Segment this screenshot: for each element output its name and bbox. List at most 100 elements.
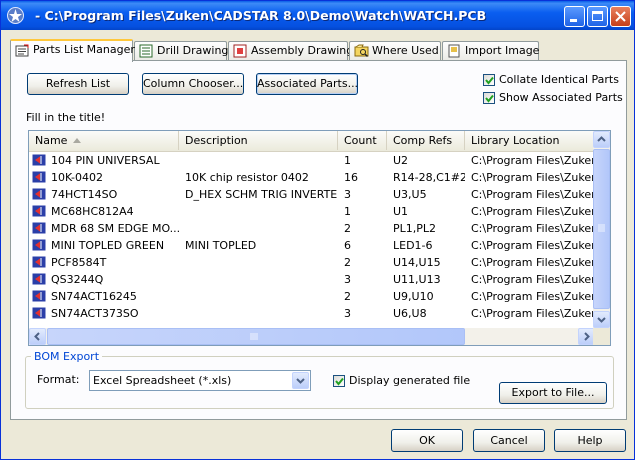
tab-where-used[interactable]: Where Used [349,41,441,60]
title-bar[interactable]: - C:\Program Files\Zuken\CADSTAR 8.0\Dem… [1,1,634,30]
cell-name: SN74ACT16245 [29,288,179,305]
column-header-comp-refs[interactable]: Comp Refs [387,131,465,150]
cadstar-app-icon [7,7,24,24]
cell-description [179,288,338,305]
table-row[interactable]: 104 PIN UNIVERSAL 1 U2 C:\Program Files\… [29,152,595,169]
cell-comp-refs: U3,U5 [393,188,427,201]
cell-description: MINI TOPLED [185,239,257,252]
table-row[interactable]: MDR 68 SM EDGE MO... 2 PL1,PL2 C:\Progra… [29,220,595,237]
column-header-library-location[interactable]: Library Location [465,131,595,150]
part-icon [32,171,46,183]
cell-count: 16 [344,171,358,184]
tab-drill-drawing[interactable]: Drill Drawing [134,41,229,60]
table-row[interactable]: 74HCT14SO D_HEX SCHM TRIG INVERTERS 3 U3… [29,186,595,203]
help-button[interactable]: Help [554,429,626,452]
cell-comp-refs: U6,U8 [393,307,427,320]
horizontal-scroll-thumb[interactable] [47,328,465,345]
chevron-down-icon [597,317,606,323]
checkmark-icon [485,94,494,103]
cell-comp-refs: U14,U15 [393,256,441,269]
checkbox-box[interactable] [483,92,495,104]
cell-description [179,305,338,322]
where-used-icon [354,44,369,58]
parts-list-dialog: - C:\Program Files\Zuken\CADSTAR 8.0\Dem… [0,0,635,460]
table-row[interactable]: MC68HC812A4 1 U1 C:\Program Files\Zuken\… [29,203,595,220]
chevron-up-icon [597,136,606,142]
scrollbar-corner [593,328,610,345]
maximize-button[interactable] [587,6,608,27]
column-header-label: Name [35,134,68,147]
column-header-label: Count [344,134,377,147]
ok-button[interactable]: OK [391,429,463,452]
format-label: Format: [37,373,80,386]
table-row[interactable]: MINI TOPLED GREEN MINI TOPLED 6 LED1-6 C… [29,237,595,254]
table-row[interactable]: SN74ACT16245 2 U9,U10 C:\Program Files\Z… [29,288,595,305]
column-header-description[interactable]: Description [179,131,338,150]
cell-count: 1 [344,205,351,218]
cell-name: MINI TOPLED GREEN [29,237,179,254]
table-header: Name Description Count Comp Refs Library… [29,131,595,152]
assembly-drawing-icon [233,44,247,58]
cell-count: 3 [344,188,351,201]
chevron-left-icon [34,332,40,341]
export-to-file-button[interactable]: Export to File... [499,382,607,404]
maximize-icon [592,11,603,21]
close-button[interactable] [610,6,631,27]
vertical-scrollbar[interactable] [593,131,610,328]
parts-list-table[interactable]: Name Description Count Comp Refs Library… [28,130,611,346]
format-select[interactable]: Excel Spreadsheet (*.xls) [89,370,311,391]
part-icon [32,205,46,217]
cell-count: 1 [344,154,351,167]
sort-ascending-icon [73,138,81,143]
cell-name: 10K-0402 [29,169,179,186]
part-icon [32,154,46,166]
table-row[interactable]: 10K-0402 10K chip resistor 0402 16 R14-2… [29,169,595,186]
part-icon [32,188,46,200]
parts-list-icon [15,44,29,57]
cell-name: QS3244Q [29,271,179,288]
cell-library-location: C:\Program Files\Zuken\CA [471,171,595,184]
associated-parts-button[interactable]: Associated Parts... [256,73,358,95]
chevron-down-icon [296,378,305,384]
part-icon [32,290,46,302]
scroll-up-button[interactable] [593,131,610,148]
column-header-count[interactable]: Count [338,131,387,150]
checkbox-box[interactable] [333,375,345,387]
tab-label: Drill Drawing [157,44,229,57]
cancel-button[interactable]: Cancel [473,429,545,452]
display-generated-file-label: Display generated file [349,374,471,387]
checkbox-box[interactable] [483,74,495,86]
scroll-down-button[interactable] [593,311,610,328]
column-header-label: Comp Refs [393,134,453,147]
tab-assembly-drawing[interactable]: Assembly Drawing [228,41,353,60]
collate-identical-parts-label: Collate Identical Parts [499,73,619,86]
column-header-label: Library Location [471,134,560,147]
tab-label: Assembly Drawing [251,44,354,57]
table-row[interactable]: PCF8584T 2 U14,U15 C:\Program Files\Zuke… [29,254,595,271]
cell-name: SN74ACT373SO [29,305,179,322]
cell-description [179,271,338,288]
vertical-scroll-thumb[interactable] [593,149,610,309]
refresh-list-button[interactable]: Refresh List [27,73,129,95]
table-row[interactable]: SN74ACT373SO 3 U6,U8 C:\Program Files\Zu… [29,305,595,322]
cell-description [179,254,338,271]
tab-import-image[interactable]: Import Image [442,41,539,60]
cell-count: 2 [344,256,351,269]
column-chooser-button[interactable]: Column Chooser... [142,73,244,95]
column-header-name[interactable]: Name [29,131,179,150]
cell-name: 104 PIN UNIVERSAL [29,152,179,169]
cell-count: 2 [344,222,351,235]
cell-library-location: C:\Program Files\Zuken\CA [471,239,595,252]
format-dropdown-button[interactable] [292,372,309,389]
part-icon [32,239,46,251]
table-row[interactable]: QS3244Q 3 U11,U13 C:\Program Files\Zuken… [29,271,595,288]
scroll-left-button[interactable] [29,328,46,345]
bom-export-title: BOM Export [31,350,103,363]
part-icon [32,256,46,268]
tab-parts-list-manager[interactable]: Parts List Manager [10,39,135,62]
horizontal-scrollbar[interactable] [29,328,595,345]
cell-count: 6 [344,239,351,252]
cell-count: 2 [344,290,351,303]
minimize-button[interactable] [564,6,585,27]
cell-count: 3 [344,273,351,286]
